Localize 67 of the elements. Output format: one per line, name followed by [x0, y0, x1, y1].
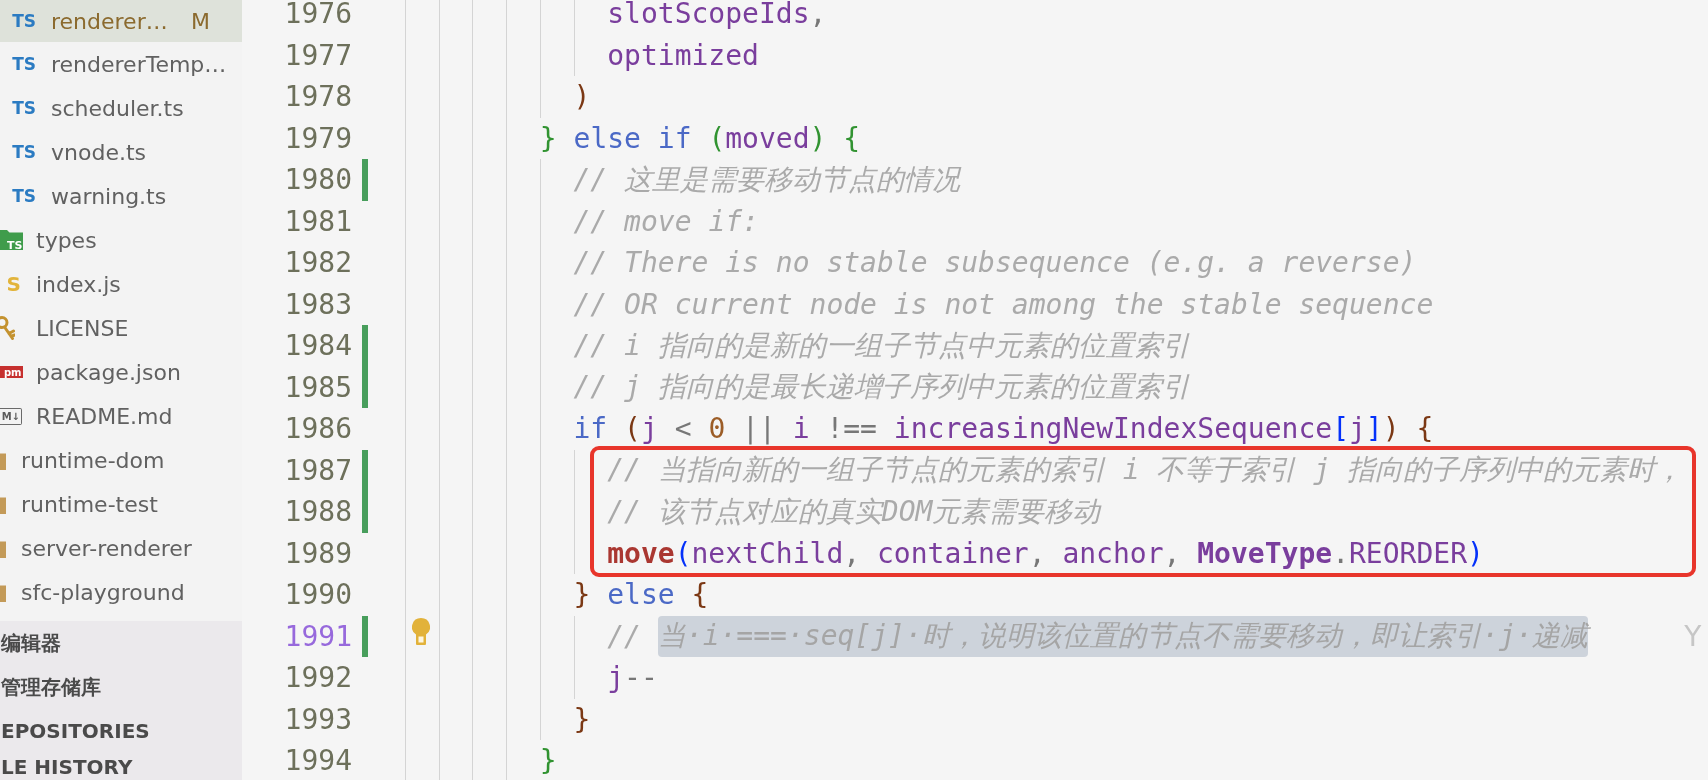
code-line: } else if (moved) { [539, 121, 861, 155]
key-icon [0, 316, 15, 340]
code-line: // 这里是需要移动节点的情况 [573, 161, 961, 198]
panel-header[interactable]: LE HISTORY [0, 753, 242, 780]
line-number: 1994 [284, 744, 352, 778]
file-tree-item[interactable]: TS warning.ts [0, 174, 242, 218]
line-number: 1980 [284, 163, 352, 197]
line-number: 1984 [284, 329, 352, 363]
line-number: 1977 [284, 38, 352, 72]
code-line: if (j < 0 || i !== increasingNewIndexSequence[j]) { [573, 412, 1434, 446]
code-line: // i 指向的是新的一组子节点中元素的位置索引 [573, 327, 1190, 364]
folder-icon: TS [0, 228, 23, 252]
line-number: 1982 [284, 246, 352, 280]
file-type-icon: TS [11, 9, 36, 33]
panel-header[interactable]: 编辑器 [0, 621, 242, 665]
file-tree-item[interactable]: M↓ README.md [0, 394, 242, 438]
file-type-icon: TS [11, 96, 36, 120]
code-line: optimized [607, 38, 759, 72]
git-status-indicator: M [191, 8, 210, 34]
lightbulb-icon[interactable] [412, 617, 430, 645]
code-line: // move if: [573, 204, 759, 238]
line-number: 1983 [284, 287, 352, 321]
line-number: 1992 [284, 661, 352, 695]
file-tree-item[interactable]: runtime-test [0, 482, 242, 526]
file-tree-item[interactable]: runtime-dom [0, 438, 242, 482]
file-tree-item[interactable]: server-renderer [0, 526, 242, 570]
line-number: 1986 [284, 412, 352, 446]
code-line: // There is no stable subsequence (e.g. a reverse) [573, 246, 1417, 280]
code-line: } [539, 744, 557, 778]
file-tree-item[interactable]: TS types [0, 218, 242, 262]
file-tree-item[interactable]: TS rendererTemp… [0, 42, 242, 86]
file-tree-item[interactable]: LICENSE [0, 306, 242, 350]
code-line: // 当指向新的一组子节点的元素的索引 i 不等于索引 j 指向的子序列中的元素时， [607, 452, 1683, 489]
file-tree-item[interactable]: TS renderer… M [0, 0, 242, 42]
file-tree-item[interactable]: TS scheduler.ts [0, 86, 242, 130]
panel-header[interactable]: EPOSITORIES [0, 709, 242, 753]
panel-header[interactable]: 管理存储库 [0, 665, 242, 709]
line-number: 1978 [284, 80, 352, 114]
file-tree-item[interactable]: sfc-playground [0, 570, 242, 614]
code-line: // OR current node is not among the stable sequence [573, 287, 1434, 321]
line-number: 1985 [284, 370, 352, 404]
code-line: // 该节点对应的真实DOM元素需要移动 [607, 493, 1101, 530]
file-tree-item[interactable]: TS vnode.ts [0, 130, 242, 174]
line-number: 1993 [284, 702, 352, 736]
file-tree-item[interactable]: pm package.json [0, 350, 242, 394]
file-type-icon: TS [11, 52, 36, 76]
code-line: move(nextChild, container, anchor, MoveType.REORDER) [607, 536, 1484, 570]
line-number: 1988 [284, 495, 352, 529]
line-number: 1989 [284, 536, 352, 570]
code-line: slotScopeIds, [607, 0, 827, 31]
code-line: } [573, 702, 591, 736]
code-line: j-- [607, 661, 658, 695]
file-type-icon: S [0, 272, 21, 296]
line-number: 1976 [284, 0, 352, 31]
line-number: 1981 [284, 204, 352, 238]
code-line: // [607, 619, 641, 653]
code-line: // j 指向的是最长递增子序列中元素的位置索引 [573, 369, 1190, 406]
line-number: 1991 [284, 619, 352, 653]
line-number: 1987 [284, 453, 352, 487]
file-type-icon: TS [11, 140, 36, 164]
file-type-icon: TS [11, 184, 36, 208]
file-tree-item[interactable]: S index.js [0, 262, 242, 306]
code-line: } else { [573, 578, 709, 612]
line-number: 1979 [284, 121, 352, 155]
code-line: ) [573, 80, 591, 114]
line-number: 1990 [284, 578, 352, 612]
markdown-icon: M↓ [0, 407, 22, 425]
